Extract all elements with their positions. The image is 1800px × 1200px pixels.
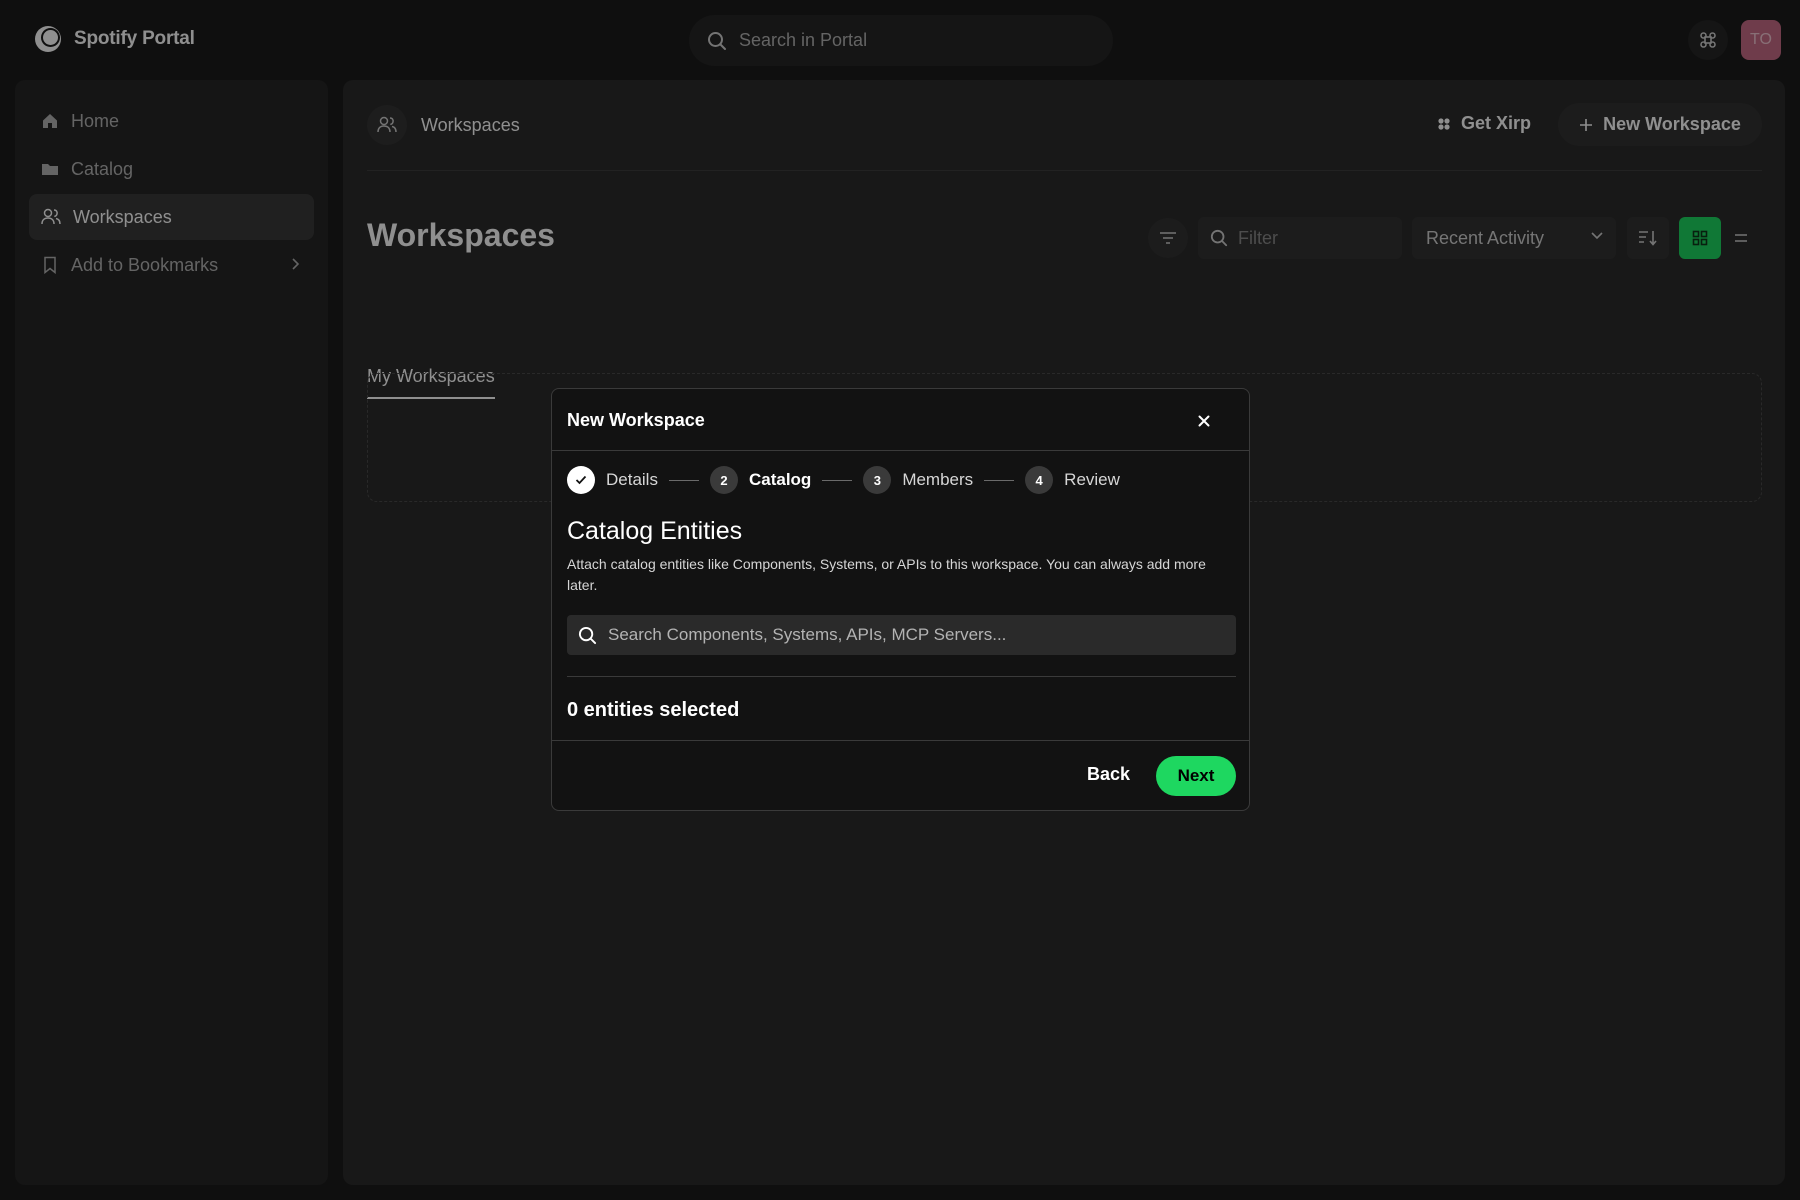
close-icon bbox=[1198, 415, 1210, 427]
step-members[interactable]: 3 Members bbox=[863, 466, 973, 494]
step-connector bbox=[822, 479, 853, 481]
step-review[interactable]: 4 Review bbox=[1025, 466, 1120, 494]
selected-entities-count: 0 entities selected bbox=[567, 699, 740, 721]
dialog-footer: Back Next bbox=[552, 740, 1249, 811]
step-number: 3 bbox=[863, 466, 892, 494]
step-label: Members bbox=[902, 470, 974, 489]
step-details[interactable]: Details bbox=[567, 466, 658, 494]
new-workspace-dialog: New Workspace Details 2 Catalog 3 Member… bbox=[551, 388, 1250, 811]
section-title: Catalog Entities bbox=[567, 517, 743, 545]
search-icon bbox=[578, 626, 597, 645]
step-number: 4 bbox=[1025, 466, 1054, 494]
step-connector bbox=[668, 479, 699, 481]
divider bbox=[567, 676, 1236, 677]
entity-search-placeholder: Search Components, Systems, APIs, MCP Se… bbox=[608, 625, 1007, 644]
section-description: Attach catalog entities like Components,… bbox=[567, 556, 1206, 593]
step-label: Details bbox=[606, 470, 658, 489]
step-number: 2 bbox=[709, 466, 738, 494]
back-button[interactable]: Back bbox=[1087, 764, 1130, 785]
step-connector bbox=[984, 479, 1015, 481]
step-label: Review bbox=[1064, 470, 1120, 489]
close-dialog-button[interactable] bbox=[1192, 409, 1216, 433]
entity-search-input[interactable]: Search Components, Systems, APIs, MCP Se… bbox=[567, 615, 1236, 655]
dialog-header: New Workspace bbox=[552, 389, 1249, 451]
wizard-stepper: Details 2 Catalog 3 Members 4 Review bbox=[567, 466, 1120, 494]
step-label: Catalog bbox=[748, 470, 812, 489]
check-icon bbox=[567, 466, 595, 494]
dialog-title: New Workspace bbox=[567, 410, 705, 430]
next-button[interactable]: Next bbox=[1156, 756, 1236, 796]
step-catalog[interactable]: 2 Catalog bbox=[709, 466, 812, 494]
